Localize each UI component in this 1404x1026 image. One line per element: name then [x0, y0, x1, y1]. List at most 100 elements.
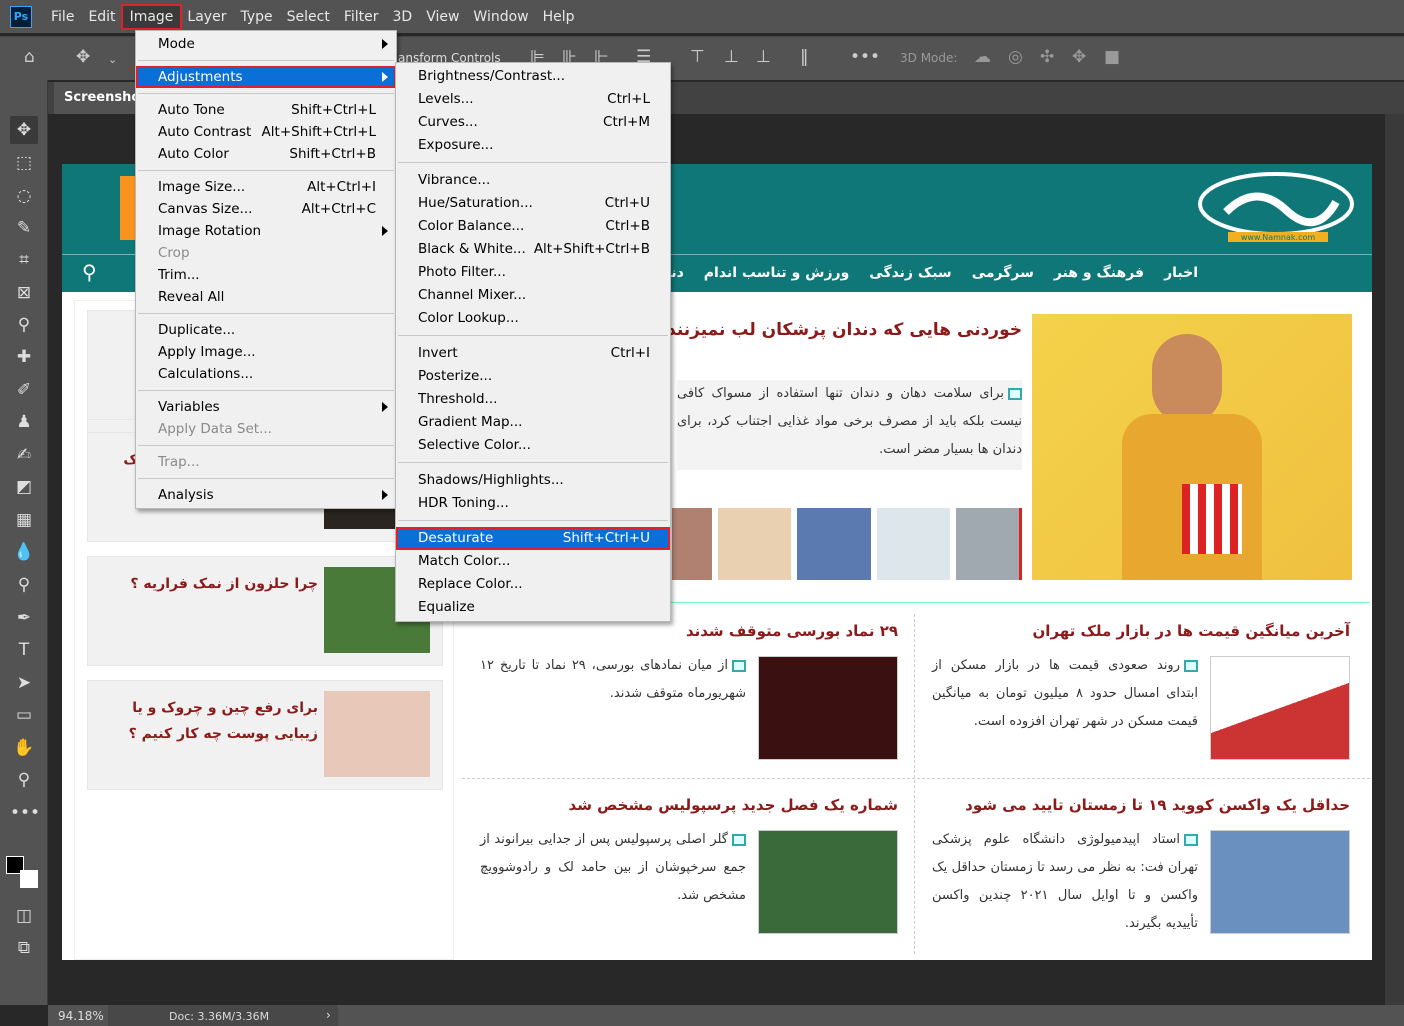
menu-item-crop[interactable]: Crop — [136, 242, 396, 264]
frame-tool-icon[interactable]: ⊠ — [10, 279, 38, 307]
menu-window[interactable]: Window — [466, 6, 535, 28]
menu-item-threshold[interactable]: Threshold... — [396, 388, 670, 411]
3d-camera-icon[interactable]: ■ — [1104, 47, 1120, 67]
rectangle-tool-icon[interactable]: ▭ — [10, 701, 38, 729]
path-select-icon[interactable]: ➤ — [10, 669, 38, 697]
move-tool-icon[interactable]: ✥ — [76, 47, 90, 67]
pen-tool-icon[interactable]: ✒ — [10, 604, 38, 632]
menu-item-equalize[interactable]: Equalize — [396, 596, 670, 619]
menu-item-auto-tone[interactable]: Auto Tone Shift+Ctrl+L — [136, 99, 396, 121]
article-image[interactable] — [758, 830, 898, 934]
lasso-tool-icon[interactable]: ◌ — [10, 182, 38, 210]
article-image[interactable] — [1210, 656, 1350, 760]
article[interactable]: حداقل یک واکسن کووید ۱۹ تا زمستان تایید … — [914, 796, 1350, 960]
menu-item-channel-mixer[interactable]: Channel Mixer... — [396, 284, 670, 307]
menu-filter[interactable]: Filter — [337, 6, 386, 28]
vertical-scrollbar[interactable] — [1385, 114, 1404, 1005]
hand-tool-icon[interactable]: ✋ — [10, 734, 38, 762]
menu-item-color-balance[interactable]: Color Balance... Ctrl+B — [396, 215, 670, 238]
thumbnail[interactable] — [717, 508, 792, 580]
menu-item-exposure[interactable]: Exposure... — [396, 134, 670, 157]
menu-item-duplicate[interactable]: Duplicate... — [136, 319, 396, 341]
quick-select-icon[interactable]: ✎ — [10, 214, 38, 242]
menu-item-image-size[interactable]: Image Size... Alt+Ctrl+I — [136, 176, 396, 198]
menu-item-trim[interactable]: Trim... — [136, 264, 396, 286]
menu-item-apply-data-set[interactable]: Apply Data Set... — [136, 418, 396, 440]
3d-orbit-icon[interactable]: ☁ — [974, 47, 991, 67]
menu-file[interactable]: File — [44, 6, 81, 28]
article-title[interactable]: ۲۹ نماد بورسی متوقف شدند — [686, 622, 898, 640]
menu-item-auto-contrast[interactable]: Auto Contrast Alt+Shift+Ctrl+L — [136, 121, 396, 143]
menu-item-color-lookup[interactable]: Color Lookup... — [396, 307, 670, 330]
zoom-level[interactable]: 94.18% — [58, 1009, 104, 1023]
menu-item-apply-image[interactable]: Apply Image... — [136, 341, 396, 363]
nav-item[interactable]: فرهنگ و هنر — [1054, 265, 1144, 281]
menu-item-variables[interactable]: Variables — [136, 396, 396, 418]
thumbnail[interactable] — [876, 508, 951, 580]
type-tool-icon[interactable]: T — [10, 636, 38, 664]
menu-item-shadows-highlights[interactable]: Shadows/Highlights... — [396, 469, 670, 492]
menu-item-auto-color[interactable]: Auto Color Shift+Ctrl+B — [136, 143, 396, 165]
background-color-swatch[interactable] — [20, 870, 38, 888]
menu-item-selective-color[interactable]: Selective Color... — [396, 434, 670, 457]
sidebar-card[interactable]: برای رفع چین و چروک و یا زیبایی پوست چه … — [87, 680, 443, 790]
article[interactable]: شماره یک فصل جدید پرسپولیس مشخص شد گلر اص… — [462, 796, 898, 960]
healing-brush-icon[interactable]: ✚ — [10, 343, 38, 371]
screen-mode-icon[interactable]: ⧉ — [10, 934, 38, 962]
dodge-tool-icon[interactable]: ⚲ — [10, 571, 38, 599]
search-icon[interactable]: ⚲ — [82, 260, 97, 284]
stamp-tool-icon[interactable]: ♟ — [10, 408, 38, 436]
article-image[interactable] — [1210, 830, 1350, 934]
distribute-vertical-icon[interactable]: ‖ — [800, 47, 809, 67]
menu-item-posterize[interactable]: Posterize... — [396, 365, 670, 388]
menu-item-hue-saturation[interactable]: Hue/Saturation... Ctrl+U — [396, 192, 670, 215]
sidebar-card[interactable]: چرا حلزون از نمک فراریه ؟ — [87, 556, 443, 666]
menu-item-adjustments[interactable]: Adjustments — [136, 66, 396, 88]
eraser-icon[interactable]: ◩ — [10, 473, 38, 501]
menu-item-image-rotation[interactable]: Image Rotation — [136, 220, 396, 242]
zoom-tool-icon[interactable]: ⚲ — [10, 766, 38, 794]
document-tab[interactable]: Screenshot — [54, 82, 144, 114]
menu-type[interactable]: Type — [233, 6, 279, 28]
menu-item-photo-filter[interactable]: Photo Filter... — [396, 261, 670, 284]
article[interactable]: ۲۹ نماد بورسی متوقف شدند از میان نمادهای … — [462, 622, 898, 792]
menu-layer[interactable]: Layer — [180, 6, 233, 28]
status-menu-arrow-icon[interactable]: › — [326, 1008, 331, 1022]
align-bottom-icon[interactable]: ⊥ — [756, 47, 771, 67]
nav-item[interactable]: اخبار — [1164, 265, 1198, 281]
menu-item-gradient-map[interactable]: Gradient Map... — [396, 411, 670, 434]
menu-item-curves[interactable]: Curves... Ctrl+M — [396, 111, 670, 134]
align-top-icon[interactable]: ⊤ — [690, 47, 705, 67]
brush-tool-icon[interactable]: ✐ — [10, 376, 38, 404]
history-brush-icon[interactable]: ✍ — [10, 441, 38, 469]
chevron-down-icon[interactable]: ⌄ — [108, 53, 117, 66]
quick-mask-icon[interactable]: ◫ — [10, 902, 38, 930]
home-icon[interactable]: ⌂ — [24, 47, 35, 67]
menu-edit[interactable]: Edit — [81, 6, 122, 28]
thumbnail[interactable] — [956, 508, 1022, 580]
menu-select[interactable]: Select — [280, 6, 337, 28]
menu-item-analysis[interactable]: Analysis — [136, 484, 396, 506]
menu-item-invert[interactable]: Invert Ctrl+I — [396, 342, 670, 365]
thumbnail[interactable] — [672, 508, 712, 580]
menu-help[interactable]: Help — [536, 6, 582, 28]
align-middle-icon[interactable]: ⊥ — [724, 47, 739, 67]
nav-item[interactable]: سرگرمی — [972, 265, 1034, 281]
menu-item-vibrance[interactable]: Vibrance... — [396, 169, 670, 192]
move-tool-icon[interactable]: ✥ — [10, 116, 38, 144]
article-title[interactable]: حداقل یک واکسن کووید ۱۹ تا زمستان تایید … — [965, 796, 1350, 814]
blur-tool-icon[interactable]: 💧 — [10, 538, 38, 566]
menu-item-desaturate[interactable]: Desaturate Shift+Ctrl+U — [396, 527, 670, 550]
3d-slide-icon[interactable]: ✥ — [1072, 47, 1086, 67]
menu-item-canvas-size[interactable]: Canvas Size... Alt+Ctrl+C — [136, 198, 396, 220]
hero-image[interactable] — [1032, 314, 1352, 580]
menu-image[interactable]: Image — [120, 3, 183, 30]
menu-item-brightness-contrast[interactable]: Brightness/Contrast... — [396, 65, 670, 88]
gradient-tool-icon[interactable]: ▦ — [10, 506, 38, 534]
nav-item[interactable]: ورزش و تناسب اندام — [704, 265, 849, 281]
nav-item[interactable]: سبک زندگی — [869, 265, 951, 281]
3d-pan-icon[interactable]: ✣ — [1040, 47, 1054, 67]
article-title[interactable]: آخرین میانگین قیمت ها در بازار ملک تهران — [1033, 622, 1351, 640]
marquee-tool-icon[interactable]: ⬚ — [10, 149, 38, 177]
menu-item-reveal-all[interactable]: Reveal All — [136, 286, 396, 308]
